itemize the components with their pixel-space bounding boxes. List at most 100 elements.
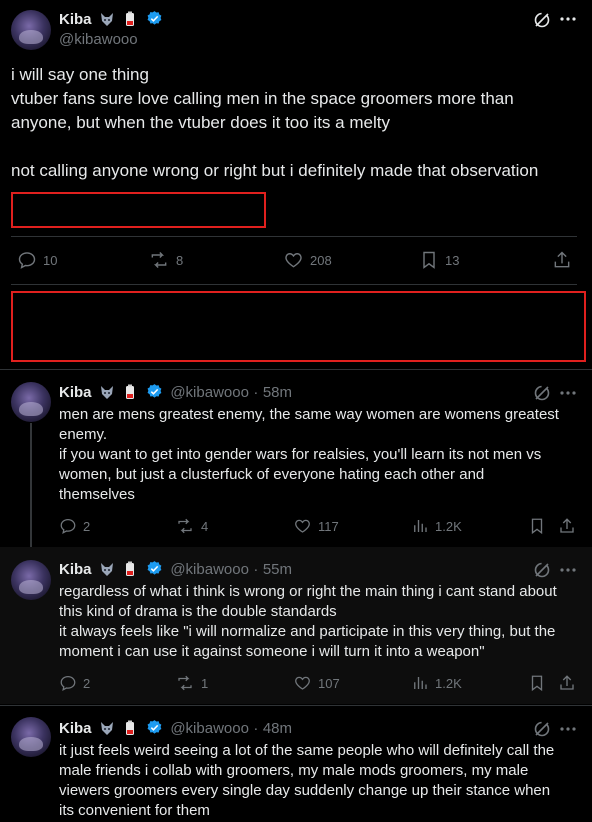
reply-text-line: women, but just a clusterfuck of everyon…: [59, 466, 485, 483]
bookmark-icon: [423, 251, 435, 269]
grok-icon[interactable]: [532, 10, 552, 35]
heart-icon: [285, 253, 302, 268]
handle[interactable]: @kibawooo: [59, 31, 138, 48]
heart-icon: [295, 519, 310, 533]
repost-icon: [178, 518, 192, 534]
reply-text-line: male friends i collab with groomers, my …: [59, 762, 529, 779]
post-text-line: [11, 135, 581, 159]
battery-emoji-icon: [122, 384, 138, 400]
avatar[interactable]: [11, 717, 51, 757]
repost-button[interactable]: 1: [175, 674, 208, 692]
separator: ·: [253, 561, 259, 578]
reply-text-line: moment i can use it against someone i wi…: [59, 643, 485, 660]
separator: ·: [253, 720, 259, 737]
reply-count: 10: [43, 252, 58, 268]
wolf-emoji-icon: [99, 561, 115, 577]
display-name[interactable]: Kiba: [59, 561, 92, 578]
reply-text-line: regardless of what i think is wrong or r…: [59, 583, 557, 600]
post-text-line: i will say one thing: [11, 65, 149, 84]
verified-badge-icon: [146, 560, 163, 577]
repost-button[interactable]: 8: [148, 250, 183, 270]
reply-button[interactable]: 10: [17, 250, 57, 270]
reply-text: it just feels weird seeing a lot of the …: [59, 741, 587, 821]
reply-text-line: its convenient for them: [59, 802, 210, 819]
reply-count: 2: [83, 675, 91, 691]
wolf-emoji-icon: [99, 720, 115, 736]
repost-count: 1: [201, 675, 209, 691]
timestamp[interactable]: 55m: [263, 561, 292, 578]
share-icon[interactable]: [558, 517, 576, 540]
redaction-box: [11, 192, 266, 228]
avatar[interactable]: [11, 560, 51, 600]
reply-post[interactable]: Kiba @kibawooo · 48m it just feels weird…: [0, 706, 592, 822]
post-text-line: anyone, but when the vtuber does it too …: [11, 113, 390, 132]
reply-post[interactable]: Kiba @kibawooo · 55m regardless of what …: [0, 547, 592, 704]
like-button[interactable]: 117: [293, 517, 339, 535]
post-text-line: vtuber fans sure love calling men in the…: [11, 89, 514, 108]
reply-count: 2: [83, 518, 91, 534]
separator: ·: [253, 384, 259, 401]
like-count: 107: [318, 675, 340, 691]
share-icon[interactable]: [558, 674, 576, 697]
more-options-icon[interactable]: [559, 384, 577, 407]
divider: [11, 284, 577, 285]
bookmark-count: 13: [445, 252, 460, 268]
handle[interactable]: @kibawooo: [170, 384, 249, 401]
bookmark-icon[interactable]: [528, 674, 546, 697]
main-post: Kiba @kibawooo i will say one thing vtub…: [0, 0, 592, 285]
reply-text: men are mens greatest enemy, the same wa…: [59, 405, 587, 505]
more-options-icon[interactable]: [559, 720, 577, 743]
repost-button[interactable]: 4: [175, 517, 208, 535]
reply-post[interactable]: Kiba @kibawooo · 58m men are mens greate…: [0, 370, 592, 546]
reply-text-line: men are mens greatest enemy, the same wa…: [59, 406, 559, 423]
verified-badge-icon: [146, 383, 163, 400]
like-button[interactable]: 107: [293, 674, 340, 692]
views-button[interactable]: 1.2K: [411, 517, 462, 535]
reply-icon: [60, 518, 76, 534]
reply-icon: [60, 675, 76, 691]
wolf-emoji-icon: [99, 384, 115, 400]
reply-text-line: themselves: [59, 486, 135, 503]
timestamp[interactable]: 58m: [263, 384, 292, 401]
reply-text-line: this kind of drama is the double standar…: [59, 603, 337, 620]
handle[interactable]: @kibawooo: [170, 561, 249, 578]
timestamp[interactable]: 48m: [263, 720, 292, 737]
more-options-icon[interactable]: [559, 10, 577, 33]
display-name[interactable]: Kiba: [59, 11, 92, 28]
divider: [11, 236, 577, 237]
post-text-line: not calling anyone wrong or right but i …: [11, 161, 539, 180]
reply-text-line: enemy.: [59, 426, 108, 443]
reply-text-line: if you want to get into gender wars for …: [59, 446, 542, 463]
post-text: i will say one thing vtuber fans sure lo…: [11, 63, 581, 183]
bookmark-button[interactable]: 13: [419, 250, 459, 270]
avatar[interactable]: [11, 382, 51, 422]
reply-button[interactable]: 2: [59, 517, 90, 535]
views-button[interactable]: 1.2K: [411, 674, 462, 692]
heart-icon: [295, 676, 310, 690]
battery-emoji-icon: [122, 561, 138, 577]
repost-count: 8: [176, 252, 184, 268]
handle[interactable]: @kibawooo: [170, 720, 249, 737]
reply-text-line: it always feels like "i will normalize a…: [59, 623, 556, 640]
avatar[interactable]: [11, 10, 51, 50]
views-count: 1.2K: [435, 518, 462, 534]
display-name[interactable]: Kiba: [59, 720, 92, 737]
display-name[interactable]: Kiba: [59, 384, 92, 401]
share-icon[interactable]: [552, 250, 572, 275]
reply-button[interactable]: 2: [59, 674, 90, 692]
verified-badge-icon: [146, 10, 163, 27]
analytics-icon: [414, 677, 427, 689]
bookmark-icon[interactable]: [528, 517, 546, 540]
repost-count: 4: [201, 518, 209, 534]
more-options-icon[interactable]: [559, 561, 577, 584]
repost-icon: [151, 251, 167, 269]
views-count: 1.2K: [435, 675, 462, 691]
like-count: 208: [310, 252, 332, 268]
battery-emoji-icon: [122, 720, 138, 736]
repost-icon: [178, 675, 192, 691]
like-button[interactable]: 208: [283, 250, 332, 270]
verified-badge-icon: [146, 719, 163, 736]
reply-text-line: viewers groomers every single day sudden…: [59, 782, 551, 799]
reply-text: regardless of what i think is wrong or r…: [59, 582, 587, 662]
analytics-icon: [414, 520, 427, 532]
